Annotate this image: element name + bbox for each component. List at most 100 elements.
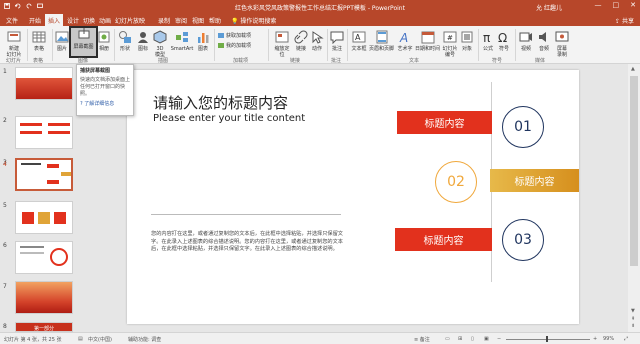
action-button[interactable]: 动作 xyxy=(310,30,324,52)
tell-me-search[interactable]: 💡 操作说明搜索 xyxy=(231,16,276,25)
user-name[interactable]: 允 红趣儿 xyxy=(536,3,562,12)
scroll-down-icon[interactable]: ▼ xyxy=(631,308,635,314)
smartart-button[interactable]: SmartArt xyxy=(170,30,194,52)
separator xyxy=(327,29,328,61)
get-addins-button[interactable]: 获取加载项 xyxy=(218,32,251,39)
screen-recording-button[interactable]: 屏幕 录制 xyxy=(554,30,570,58)
thumb-bar xyxy=(20,131,42,134)
close-button[interactable]: ✕ xyxy=(630,1,636,9)
thumb-number: 1 xyxy=(3,68,7,75)
group-label-links: 链接 xyxy=(290,58,301,64)
slide-thumbnail-3[interactable]: 01 xyxy=(15,158,73,191)
tab-home[interactable]: 开始 xyxy=(29,16,41,25)
scrollbar-thumb[interactable] xyxy=(630,76,638,266)
group-label-images: 图像 xyxy=(78,58,89,64)
comment-button[interactable]: 批注 xyxy=(330,30,344,52)
slide-thumbnail-1[interactable] xyxy=(15,67,73,100)
separator xyxy=(214,29,215,61)
powerpoint-window: 红色水彩风党风政策警报性工作总结汇报PPT模板 - PowerPoint 允 红… xyxy=(0,0,640,344)
item-3-box[interactable]: 标题内容 xyxy=(395,228,492,251)
item-2-box[interactable]: 标题内容 xyxy=(490,169,579,192)
zoom-button[interactable]: 缩放定 位 xyxy=(272,30,292,58)
zoom-in-icon[interactable]: + xyxy=(593,336,597,342)
notes-button[interactable]: ≡ 备注 xyxy=(414,336,430,343)
slide-number-button[interactable]: # 幻灯片 编号 xyxy=(441,30,459,58)
slide-sorter-icon[interactable]: ⊞ xyxy=(458,336,462,342)
slide-subtitle[interactable]: Please enter your title content xyxy=(153,113,305,124)
slide-title[interactable]: 请输入您的标题内容 xyxy=(153,92,288,113)
tab-record[interactable]: 录制 xyxy=(158,16,170,25)
scroll-up-icon[interactable]: ▲ xyxy=(631,66,635,72)
separator xyxy=(27,29,28,61)
smartart-icon xyxy=(176,32,188,42)
cube-icon xyxy=(153,30,167,44)
tab-view[interactable]: 视图 xyxy=(192,16,204,25)
link-button[interactable]: 链接 xyxy=(294,30,308,52)
tab-insert[interactable]: 插入 xyxy=(45,14,64,26)
current-slide[interactable]: 请输入您的标题内容 Please enter your title conten… xyxy=(127,70,579,324)
group-label-text: 文本 xyxy=(409,58,420,64)
minimize-button[interactable]: — xyxy=(595,1,602,9)
3d-models-button[interactable]: 3D 模型 xyxy=(152,30,168,58)
zoom-slider-thumb[interactable] xyxy=(546,336,548,342)
addins-icon xyxy=(218,43,224,48)
accessibility-status[interactable]: 辅助功能: 调查 xyxy=(128,336,161,343)
tab-animations[interactable]: 动画 xyxy=(99,16,111,25)
restore-button[interactable]: □ xyxy=(613,1,620,9)
date-time-button[interactable]: 日期和时间 xyxy=(415,30,440,52)
slide-thumbnail-2[interactable] xyxy=(15,116,73,149)
video-button[interactable]: 视频 xyxy=(519,30,533,52)
tab-design[interactable]: 设计 xyxy=(67,16,79,25)
zoom-out-icon[interactable]: − xyxy=(497,336,501,342)
tab-file[interactable]: 文件 xyxy=(6,16,18,25)
separator xyxy=(268,29,269,61)
table-button[interactable]: 表格 xyxy=(31,30,47,52)
shapes-button[interactable]: 形状 xyxy=(118,30,132,52)
next-slide-icon[interactable]: ⇟ xyxy=(631,323,635,329)
new-slide-icon xyxy=(7,31,21,42)
normal-view-icon[interactable]: ▭ xyxy=(445,336,450,342)
item-1-number[interactable]: 01 xyxy=(502,106,544,148)
wordart-icon: A xyxy=(399,31,408,44)
tab-slideshow[interactable]: 幻灯片放映 xyxy=(115,16,145,25)
lightbulb-icon: 💡 xyxy=(231,18,239,25)
share-button[interactable]: ⇪ 共享 xyxy=(615,16,634,25)
screenshot-button[interactable]: 屏幕截图 xyxy=(69,26,98,58)
pictures-button[interactable]: 图片 xyxy=(55,30,69,52)
slideshow-view-icon[interactable]: ▣ xyxy=(484,336,489,342)
new-slide-button[interactable]: 新建 幻灯片 xyxy=(4,30,24,58)
icons-button[interactable]: 图标 xyxy=(136,30,150,52)
object-button[interactable]: 对象 xyxy=(460,30,474,52)
my-addins-button[interactable]: 我的加载项 xyxy=(218,42,251,49)
item-2-number[interactable]: 02 xyxy=(435,161,477,203)
photo-album-button[interactable]: 相册 xyxy=(97,30,111,52)
textbox-button[interactable]: A 文本框 xyxy=(350,30,368,52)
prev-slide-icon[interactable]: ⇞ xyxy=(631,316,635,322)
tab-transitions[interactable]: 切换 xyxy=(83,16,95,25)
zoom-slider[interactable] xyxy=(506,339,590,340)
equation-button[interactable]: π 公式 xyxy=(481,30,495,52)
help-icon: ? xyxy=(80,101,83,107)
language-status[interactable]: 中文(中国) xyxy=(88,336,112,343)
item-1-box[interactable]: 标题内容 xyxy=(397,111,492,134)
textbox-icon: A xyxy=(352,31,366,43)
group-label-addins: 加载项 xyxy=(233,58,249,64)
spellcheck-icon[interactable]: ▤ xyxy=(78,336,83,342)
wordart-button[interactable]: A 艺术字 xyxy=(396,30,414,52)
ribbon-tabs: 文件 开始 插入 设计 切换 动画 幻灯片放映 录制 审阅 视图 帮助 💡 操作… xyxy=(0,13,640,26)
chart-button[interactable]: 图表 xyxy=(196,30,210,52)
vertical-scrollbar[interactable]: ▲ ▼ ⇞ ⇟ xyxy=(628,64,640,332)
slide-thumbnail-pane: 1 2 3 01 4 xyxy=(0,65,76,332)
audio-button[interactable]: 音频 xyxy=(537,30,551,52)
symbol-button[interactable]: Ω 符号 xyxy=(497,30,511,52)
header-footer-button[interactable]: 页眉和页脚 xyxy=(369,30,394,52)
learn-more-link[interactable]: ? 了解详细信息 xyxy=(80,101,130,108)
fit-slide-icon[interactable]: ⤢ xyxy=(624,336,628,342)
tab-help[interactable]: 帮助 xyxy=(209,16,221,25)
item-3-number[interactable]: 03 xyxy=(502,219,544,261)
tab-review[interactable]: 审阅 xyxy=(175,16,187,25)
title-bar: 红色水彩风党风政策警报性工作总结汇报PPT模板 - PowerPoint 允 红… xyxy=(0,0,640,13)
slide-paragraph[interactable]: 您的内容打在这里，或者通过复制您的文本后，在此框中选择粘贴，并选择只保留文字。在… xyxy=(151,231,343,254)
zoom-level[interactable]: 99% xyxy=(603,336,614,342)
reading-view-icon[interactable]: ▯ xyxy=(471,336,474,342)
